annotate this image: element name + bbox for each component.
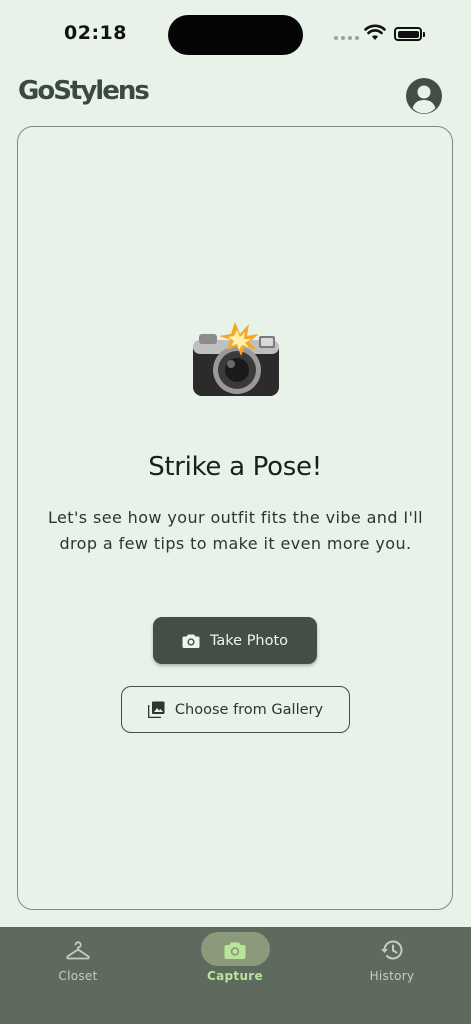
- capture-description: Let's see how your outfit fits the vibe …: [48, 508, 423, 553]
- nav-item-history[interactable]: History: [332, 927, 452, 997]
- app-logo: GoStylens: [18, 76, 150, 106]
- camera-icon: [224, 942, 246, 959]
- nav-item-capture[interactable]: Capture: [175, 927, 295, 997]
- nav-label-history: History: [369, 969, 415, 983]
- gallery-label: Choose from Gallery: [174, 701, 324, 718]
- dynamic-island: [168, 15, 303, 55]
- status-time: 02:18: [64, 22, 127, 44]
- nav-label-capture: Capture: [207, 969, 263, 983]
- page-title: Strike a Pose!: [148, 452, 322, 482]
- camera-with-flash-icon: [193, 322, 279, 396]
- nav-label-closet: Closet: [58, 969, 98, 983]
- take-photo-button[interactable]: Take Photo: [153, 617, 317, 664]
- hanger-icon: [66, 941, 90, 960]
- battery-icon: [394, 27, 425, 41]
- status-bar: 02:18: [0, 0, 471, 70]
- choose-from-gallery-button[interactable]: Choose from Gallery: [121, 686, 350, 733]
- bottom-navigation: Closet Capture History: [0, 927, 471, 1024]
- cellular-signal-icon: [334, 36, 359, 40]
- profile-button[interactable]: [406, 78, 442, 114]
- photo-library-icon: [147, 701, 165, 718]
- account-circle-icon: [412, 85, 436, 114]
- history-icon: [381, 940, 403, 960]
- camera-icon: [182, 634, 200, 648]
- take-photo-label: Take Photo: [209, 632, 289, 649]
- nav-item-closet[interactable]: Closet: [18, 927, 138, 997]
- wifi-icon: [364, 24, 386, 40]
